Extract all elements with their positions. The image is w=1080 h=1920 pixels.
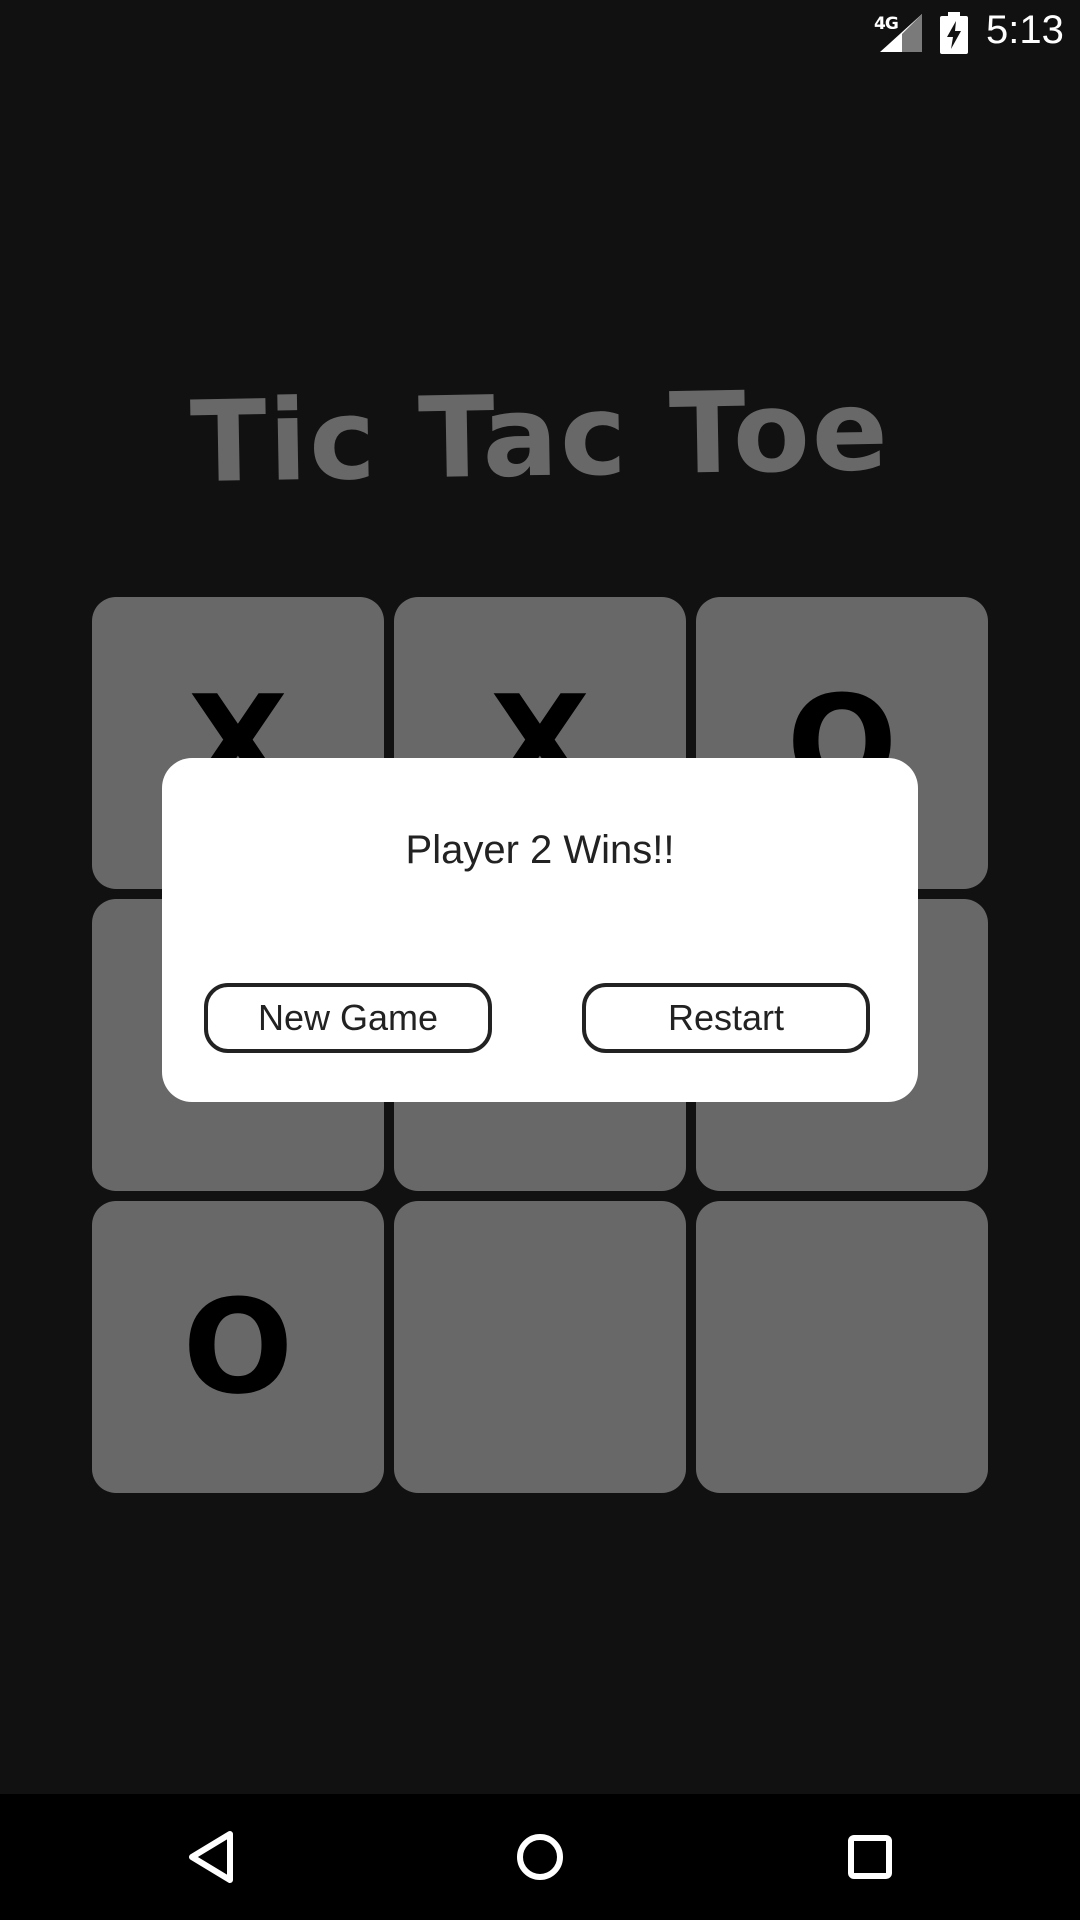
board-cell-8[interactable] (394, 1201, 686, 1493)
recents-button[interactable] (835, 1822, 905, 1892)
back-icon (189, 1831, 233, 1883)
signal-icon (880, 14, 922, 52)
status-bar: 4G 5:13 (0, 0, 1080, 66)
recents-icon (848, 1835, 892, 1879)
battery-charging-icon (940, 12, 968, 54)
result-dialog: Player 2 Wins!! New Game Restart (162, 758, 918, 1102)
restart-button[interactable]: Restart (582, 983, 870, 1053)
board-cell-9[interactable] (696, 1201, 988, 1493)
result-message: Player 2 Wins!! (405, 828, 675, 872)
new-game-button[interactable]: New Game (204, 983, 492, 1053)
home-icon (517, 1834, 563, 1880)
page-title: Tic Tac Toe (189, 365, 891, 509)
navigation-bar (0, 1794, 1080, 1920)
back-button[interactable] (176, 1822, 246, 1892)
o-mark: O (182, 1271, 294, 1423)
home-button[interactable] (505, 1822, 575, 1892)
board-cell-7[interactable]: O (92, 1201, 384, 1493)
clock: 5:13 (986, 8, 1064, 52)
